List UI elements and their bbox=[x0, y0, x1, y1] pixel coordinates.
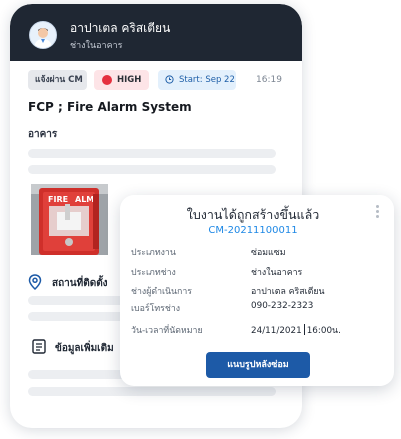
start-date-label: Start: Sep 22 bbox=[179, 75, 235, 85]
priority-label: HIGH bbox=[117, 75, 142, 85]
work-order-id[interactable]: CM-20211100011 bbox=[120, 225, 386, 236]
source-badge: แจ้งผ่าน CM bbox=[28, 70, 87, 90]
user-name: อาปาเตล คริสเตียน bbox=[70, 21, 171, 35]
appointment-key: วัน-เวลาที่นัดหมาย bbox=[131, 326, 203, 336]
divider bbox=[303, 324, 305, 335]
clock-icon bbox=[165, 75, 174, 84]
task-time: 16:19 bbox=[256, 75, 282, 85]
app-header: อาปาเตล คริสเตียน ช่างในอาคาร bbox=[10, 4, 302, 61]
task-title: FCP ; Fire Alarm System bbox=[28, 100, 192, 114]
appointment-time: 16:00น. bbox=[306, 326, 341, 336]
more-options-icon[interactable] bbox=[376, 205, 380, 220]
placeholder-line bbox=[28, 296, 128, 305]
phone-key: เบอร์โทรช่าง bbox=[131, 304, 181, 314]
placeholder-line bbox=[28, 165, 276, 174]
priority-dot-icon bbox=[102, 75, 112, 85]
phone-value: 090-232-2323 bbox=[251, 301, 314, 311]
technician-type-value: ช่างในอาคาร bbox=[251, 268, 303, 278]
job-type-value: ซ่อมแซม bbox=[251, 248, 286, 258]
dialog-title: ใบงานได้ถูกสร้างขึ้นแล้ว bbox=[186, 207, 320, 222]
location-label: สถานที่ติดตั้ง bbox=[52, 278, 108, 289]
document-icon bbox=[32, 339, 46, 354]
appointment-date: 24/11/2021 bbox=[251, 326, 302, 336]
appointment-value: 24/11/2021 16:00น. bbox=[251, 323, 341, 337]
technician-value: อาปาเตล คริสเตียน bbox=[251, 287, 325, 297]
avatar bbox=[29, 21, 57, 49]
attach-after-repair-photo-button[interactable]: แนบรูปหลังซ่อม bbox=[206, 352, 310, 378]
job-type-key: ประเภทงาน bbox=[131, 248, 176, 258]
equipment-photo[interactable]: FIRE ALM bbox=[31, 184, 108, 255]
location-pin-icon bbox=[28, 274, 42, 290]
placeholder-line bbox=[28, 149, 276, 158]
more-info-label: ข้อมูลเพิ่มเติม bbox=[55, 343, 114, 354]
building-label: อาคาร bbox=[28, 129, 58, 140]
start-date-badge: Start: Sep 22 bbox=[158, 70, 236, 90]
placeholder-line bbox=[28, 387, 276, 396]
technician-key: ช่างผู้ดำเนินการ bbox=[131, 287, 193, 297]
priority-badge: HIGH bbox=[94, 70, 149, 90]
placeholder-line bbox=[28, 312, 128, 321]
work-order-created-dialog: ใบงานได้ถูกสร้างขึ้นแล้ว CM-20211100011 … bbox=[120, 195, 394, 386]
technician-type-key: ประเภทช่าง bbox=[131, 268, 176, 278]
user-role: ช่างในอาคาร bbox=[70, 41, 123, 51]
svg-text:FIRE: FIRE bbox=[48, 195, 68, 204]
svg-text:ALM: ALM bbox=[75, 195, 94, 204]
